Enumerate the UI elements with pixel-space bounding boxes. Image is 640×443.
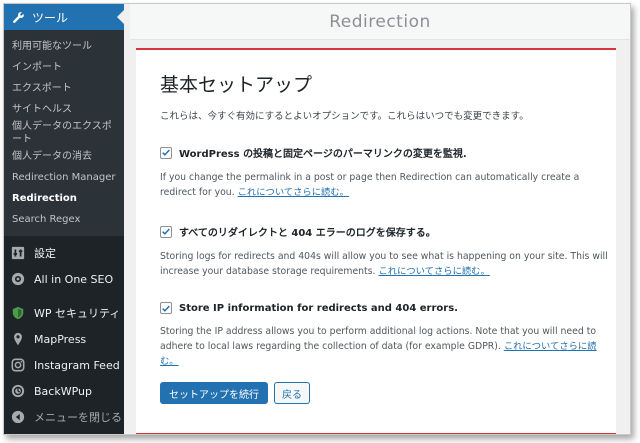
tools-submenu: 利用可能なツール インポート エクスポート サイトヘルス 個人データのエクスポー… (4, 30, 124, 236)
shield-icon (10, 305, 26, 321)
back-button[interactable]: 戻る (274, 382, 310, 404)
setup-intro: これらは、今すぐ有効にするとよいオプションです。これらはいつでも変更できます。 (160, 111, 529, 122)
seo-icon (10, 271, 26, 287)
submenu-available-tools[interactable]: 利用可能なツール (4, 36, 124, 57)
window-frame: ツール 利用可能なツール インポート エクスポート サイトヘルス 個人データのエ… (3, 3, 631, 435)
submenu-redirection[interactable]: Redirection (4, 188, 124, 209)
menu-label-instagram: Instagram Feed (34, 358, 120, 372)
menu-label-tools: ツール (32, 10, 69, 25)
map-pin-icon (10, 331, 26, 347)
continue-setup-button[interactable]: セットアップを続行 (160, 382, 268, 404)
submenu-import[interactable]: インポート (4, 57, 124, 78)
setup-actions: セットアップを続行 戻る (160, 382, 310, 404)
read-more-link[interactable]: これについてさらに読む。 (378, 266, 489, 277)
instagram-icon (10, 357, 26, 373)
menu-label-seo: All in One SEO (34, 272, 114, 286)
collapse-menu-label: メニューを閉じる (34, 411, 122, 424)
menu-label-mappress: MapPress (34, 332, 87, 346)
menu-item-wp-security[interactable]: WP セキュリティ (4, 300, 124, 326)
log-redirects-checkbox[interactable] (160, 225, 172, 238)
option-label: すべてのリダイレクトと 404 エラーのログを保存する。 (179, 228, 436, 239)
checkmark-icon (162, 304, 170, 312)
menu-item-all-in-one-seo[interactable]: All in One SEO (4, 266, 124, 292)
menu-label-backwpup: BackWPup (34, 384, 92, 398)
option-label: Store IP information for redirects and 4… (179, 302, 458, 314)
collapse-arrow-icon (10, 409, 26, 425)
menu-item-backwpup[interactable]: BackWPup (4, 378, 124, 404)
page-title: Redirection (329, 11, 431, 32)
submenu-erase-personal-data[interactable]: 個人データの消去 (4, 146, 124, 167)
footer-divider (136, 433, 616, 434)
checkmark-icon (162, 228, 170, 235)
submenu-export[interactable]: エクスポート (4, 78, 124, 99)
collapse-menu-button[interactable]: メニューを閉じる (4, 404, 124, 430)
wrench-icon (10, 9, 26, 25)
setup-heading: 基本セットアップ (160, 74, 313, 96)
store-ip-checkbox[interactable] (160, 302, 172, 314)
plugin-header: Redirection (130, 4, 630, 40)
option-store-ip: Store IP information for redirects and 4… (160, 302, 612, 369)
submenu-redirection-manager[interactable]: Redirection Manager (4, 167, 124, 188)
submenu-export-personal-data[interactable]: 個人データのエクスポート (4, 120, 124, 146)
settings-icon (10, 245, 26, 261)
current-menu-arrow (117, 10, 124, 24)
option-monitor-permalinks: WordPress の投稿と固定ページのパーマリンクの変更を監視. If you… (160, 145, 612, 200)
menu-item-mappress[interactable]: MapPress (4, 326, 124, 352)
main-area: Redirection (130, 4, 630, 434)
admin-sidebar: ツール 利用可能なツール インポート エクスポート サイトヘルス 個人データのエ… (4, 4, 124, 434)
menu-item-instagram-feed[interactable]: Instagram Feed (4, 352, 124, 378)
submenu-search-regex[interactable]: Search Regex (4, 209, 124, 230)
menu-label-wp-security: WP セキュリティ (34, 307, 121, 320)
checkmark-icon (162, 149, 170, 156)
menu-item-settings[interactable]: 設定 (4, 240, 124, 266)
menu-item-tools[interactable]: ツール (4, 4, 124, 30)
backup-icon (10, 383, 26, 399)
menu-label-settings: 設定 (34, 247, 56, 260)
option-label: WordPress の投稿と固定ページのパーマリンクの変更を監視. (179, 149, 467, 160)
option-log-redirects: すべてのリダイレクトと 404 エラーのログを保存する。 Storing log… (160, 224, 612, 279)
submenu-site-health[interactable]: サイトヘルス (4, 99, 124, 120)
option-description: If you change the permalink in a post or… (160, 172, 580, 198)
monitor-permalinks-checkbox[interactable] (160, 146, 172, 159)
read-more-link[interactable]: これについてさらに読む。 (238, 187, 349, 198)
